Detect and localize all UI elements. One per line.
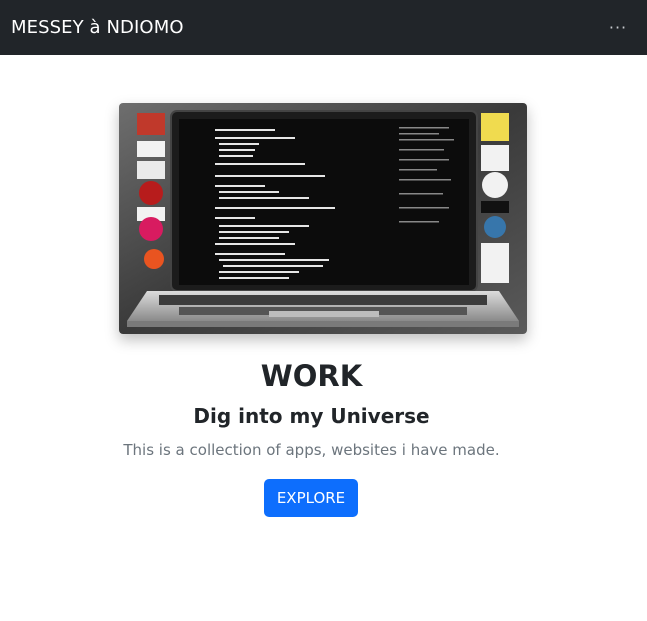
brand-name[interactable]: MESSEY à NDIOMO [11, 17, 184, 38]
hero-laptop-image [119, 103, 527, 334]
more-dots-icon[interactable]: ··· [604, 14, 632, 42]
section-subtitle: Dig into my Universe [193, 404, 430, 428]
top-navbar: MESSEY à NDIOMO ··· [0, 0, 647, 55]
explore-button[interactable]: EXPLORE [264, 479, 358, 517]
section-description: This is a collection of apps, websites i… [123, 441, 500, 459]
section-title: WORK [260, 359, 363, 393]
